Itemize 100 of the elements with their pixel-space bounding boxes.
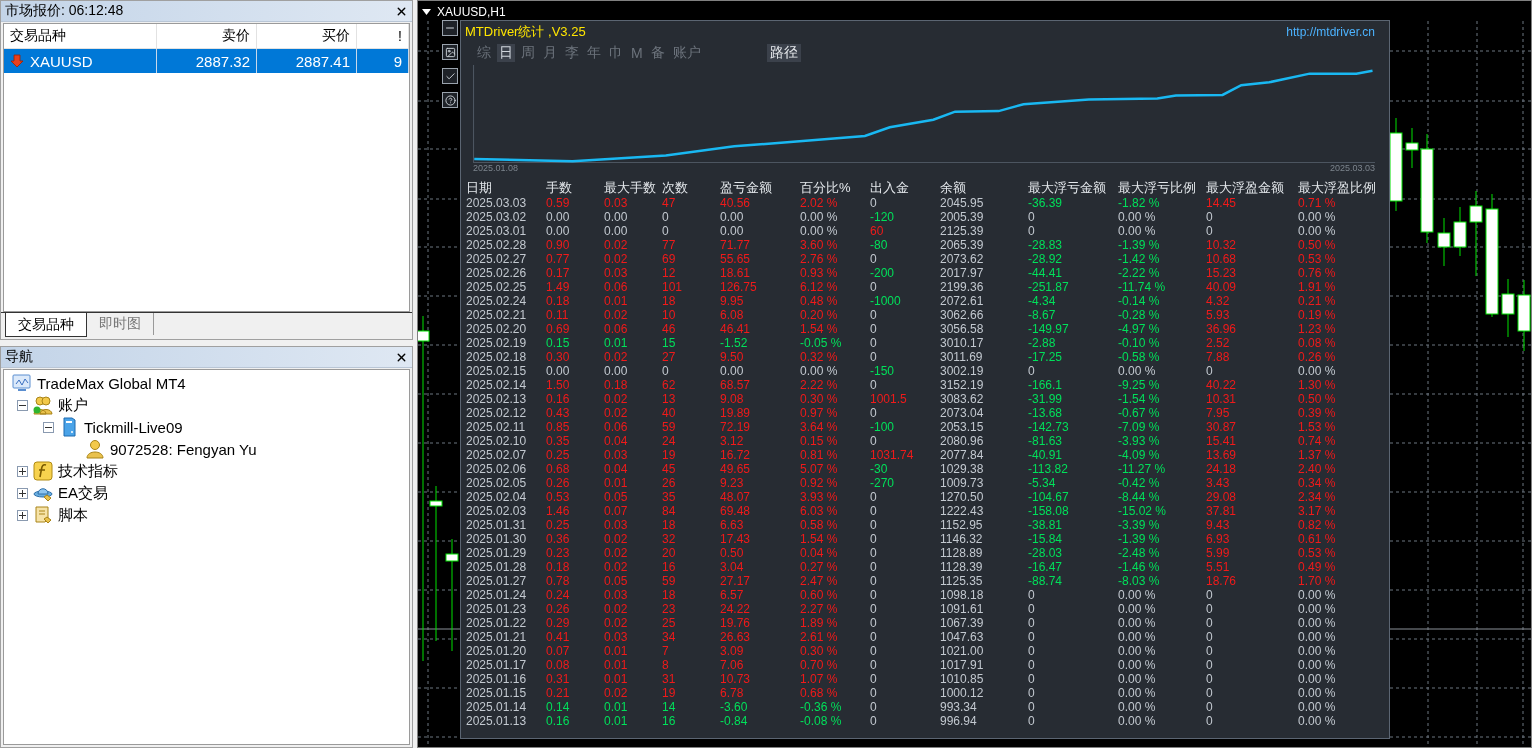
table-cell-text: 0 bbox=[1028, 686, 1036, 700]
table-cell-text: 0.00 % bbox=[1298, 364, 1337, 378]
table-cell-text: 993.34 bbox=[940, 700, 978, 714]
table-cell-text: -149.97 bbox=[1028, 322, 1070, 336]
table-cell-text: 0.00 bbox=[604, 364, 629, 378]
table-cell-text: 0 bbox=[1028, 602, 1036, 616]
table-cell-text: 0.50 % bbox=[1298, 392, 1337, 406]
table-cell-text: 0 bbox=[1206, 602, 1214, 616]
panel-title: 导航 bbox=[5, 348, 33, 366]
table-cell-text: 10.73 bbox=[720, 672, 752, 686]
tree-item[interactable]: TradeMax Global MT4 bbox=[37, 374, 186, 392]
tree-item[interactable]: 账户 bbox=[58, 395, 88, 415]
table-cell-text: 0.30 bbox=[546, 350, 571, 364]
column-header: 出入金 bbox=[870, 179, 910, 196]
table-cell-text: 19.76 bbox=[720, 616, 752, 630]
table-cell-text: 2025.02.25 bbox=[466, 280, 528, 294]
table-cell-text: 2025.02.10 bbox=[466, 434, 528, 448]
table-cell-text: -40.91 bbox=[1028, 448, 1064, 462]
table-cell-text: 3062.66 bbox=[940, 308, 985, 322]
scroll-icon bbox=[33, 505, 53, 525]
expand-toggle[interactable] bbox=[17, 465, 28, 477]
table-cell-text: 2025.01.16 bbox=[466, 672, 528, 686]
table-cell-text: 1091.61 bbox=[940, 602, 985, 616]
table-cell-text: 0 bbox=[870, 700, 878, 714]
table-cell-text: 0.43 bbox=[546, 406, 571, 420]
table-cell-text: 19 bbox=[662, 448, 677, 462]
table-cell-text: 1146.32 bbox=[940, 532, 984, 546]
table-cell-text: 25 bbox=[662, 616, 677, 630]
minimize-button[interactable] bbox=[442, 20, 458, 36]
table-cell-text: 0.35 bbox=[546, 434, 571, 448]
expand-toggle[interactable] bbox=[17, 487, 28, 499]
table-cell-text: 6.12 % bbox=[800, 280, 839, 294]
table-cell-text: 0.04 bbox=[604, 462, 629, 476]
table-cell-text: -7.09 % bbox=[1118, 420, 1161, 434]
table-cell-text: 0.00 % bbox=[800, 210, 839, 224]
table-cell-text: -270 bbox=[870, 476, 896, 490]
table-cell-text: 0.18 bbox=[546, 294, 571, 308]
tree-item[interactable]: EA交易 bbox=[58, 483, 108, 503]
table-cell-text: -4.09 % bbox=[1118, 448, 1161, 462]
tab[interactable]: 交易品种 bbox=[5, 313, 87, 337]
table-cell-text: 0 bbox=[870, 322, 878, 336]
path-button[interactable]: 路径 bbox=[766, 44, 801, 62]
table-cell-text: 1.46 bbox=[546, 504, 571, 518]
table-cell-text: 1.89 % bbox=[800, 616, 839, 630]
table-cell-text: 49.65 bbox=[720, 462, 752, 476]
table-cell-text: 0.34 % bbox=[1298, 476, 1337, 490]
table-cell-text: 996.94 bbox=[940, 714, 978, 728]
table-cell-text: 1125.35 bbox=[940, 574, 984, 588]
function-icon bbox=[33, 461, 53, 481]
table-cell-text: 1.53 % bbox=[1298, 420, 1337, 434]
table-cell-text: 0 bbox=[1206, 700, 1214, 714]
dropdown-triangle-icon[interactable] bbox=[422, 9, 431, 15]
table-cell-text: 3.17 % bbox=[1298, 504, 1337, 518]
table-cell-text: 18 bbox=[662, 588, 677, 602]
table-cell-text: 2045.95 bbox=[940, 196, 985, 210]
table-cell-text: 0.78 bbox=[546, 574, 571, 588]
table-cell-text: 0.11 bbox=[546, 308, 570, 322]
table-cell-text: 6.63 bbox=[720, 518, 745, 532]
table-cell-text: -0.84 bbox=[720, 714, 749, 728]
table-cell-text: 0.30 % bbox=[800, 392, 839, 406]
tree-item[interactable]: 9072528: Fengyan Yu bbox=[110, 440, 257, 458]
table-cell-text: 0.16 bbox=[546, 714, 571, 728]
table-cell-text: 2053.15 bbox=[940, 420, 985, 434]
expand-toggle[interactable] bbox=[17, 399, 28, 411]
expand-toggle[interactable] bbox=[17, 509, 28, 521]
expand-toggle[interactable] bbox=[43, 421, 54, 433]
table-cell-text: 35 bbox=[662, 490, 677, 504]
table-cell-text: 0.18 bbox=[546, 560, 571, 574]
tree-item[interactable]: Tickmill-Live09 bbox=[84, 418, 183, 436]
table-cell-text: 0.92 % bbox=[800, 476, 839, 490]
quote-row[interactable]: XAUUSD 2887.32 2887.41 9 bbox=[4, 49, 409, 73]
table-cell-text: 0.82 % bbox=[1298, 518, 1337, 532]
table-cell-text: 0.00 % bbox=[1118, 616, 1157, 630]
table-cell-text: -0.05 % bbox=[800, 336, 843, 350]
table-cell-text: 0.71 % bbox=[1298, 196, 1337, 210]
chart-title: XAUUSD,H1 bbox=[437, 5, 506, 19]
table-cell-text: 0.53 % bbox=[1298, 546, 1337, 560]
plus-icon bbox=[19, 511, 26, 519]
table-cell-text: 0.30 % bbox=[800, 644, 839, 658]
table-cell-text: 40 bbox=[662, 406, 677, 420]
table-cell-text: -9.25 % bbox=[1118, 378, 1161, 392]
table-cell-text: 0.08 bbox=[546, 658, 571, 672]
table-cell-text: -81.63 bbox=[1028, 434, 1064, 448]
check-button[interactable] bbox=[442, 68, 458, 84]
table-cell-text: 0 bbox=[870, 588, 878, 602]
website-link[interactable]: http://mtdriver.cn bbox=[1286, 25, 1375, 39]
help-button[interactable] bbox=[442, 92, 458, 108]
table-cell-text: 2025.01.23 bbox=[466, 602, 528, 616]
period-tab[interactable]: 日 bbox=[497, 44, 515, 62]
tree-item[interactable]: 技术指标 bbox=[58, 461, 118, 481]
table-cell-text: 5.99 bbox=[1206, 546, 1231, 560]
table-cell-text: 0.25 bbox=[546, 518, 571, 532]
tab[interactable]: 即时图 bbox=[87, 313, 154, 335]
table-cell-text: 0 bbox=[870, 518, 878, 532]
table-cell-text: 2065.39 bbox=[940, 238, 985, 252]
image-button[interactable] bbox=[442, 44, 458, 60]
table-cell: 2887.41 bbox=[257, 49, 357, 73]
table-cell-text: 0.41 bbox=[546, 630, 571, 644]
table-cell-text: 0.02 bbox=[604, 252, 629, 266]
tree-item[interactable]: 脚本 bbox=[58, 505, 88, 525]
